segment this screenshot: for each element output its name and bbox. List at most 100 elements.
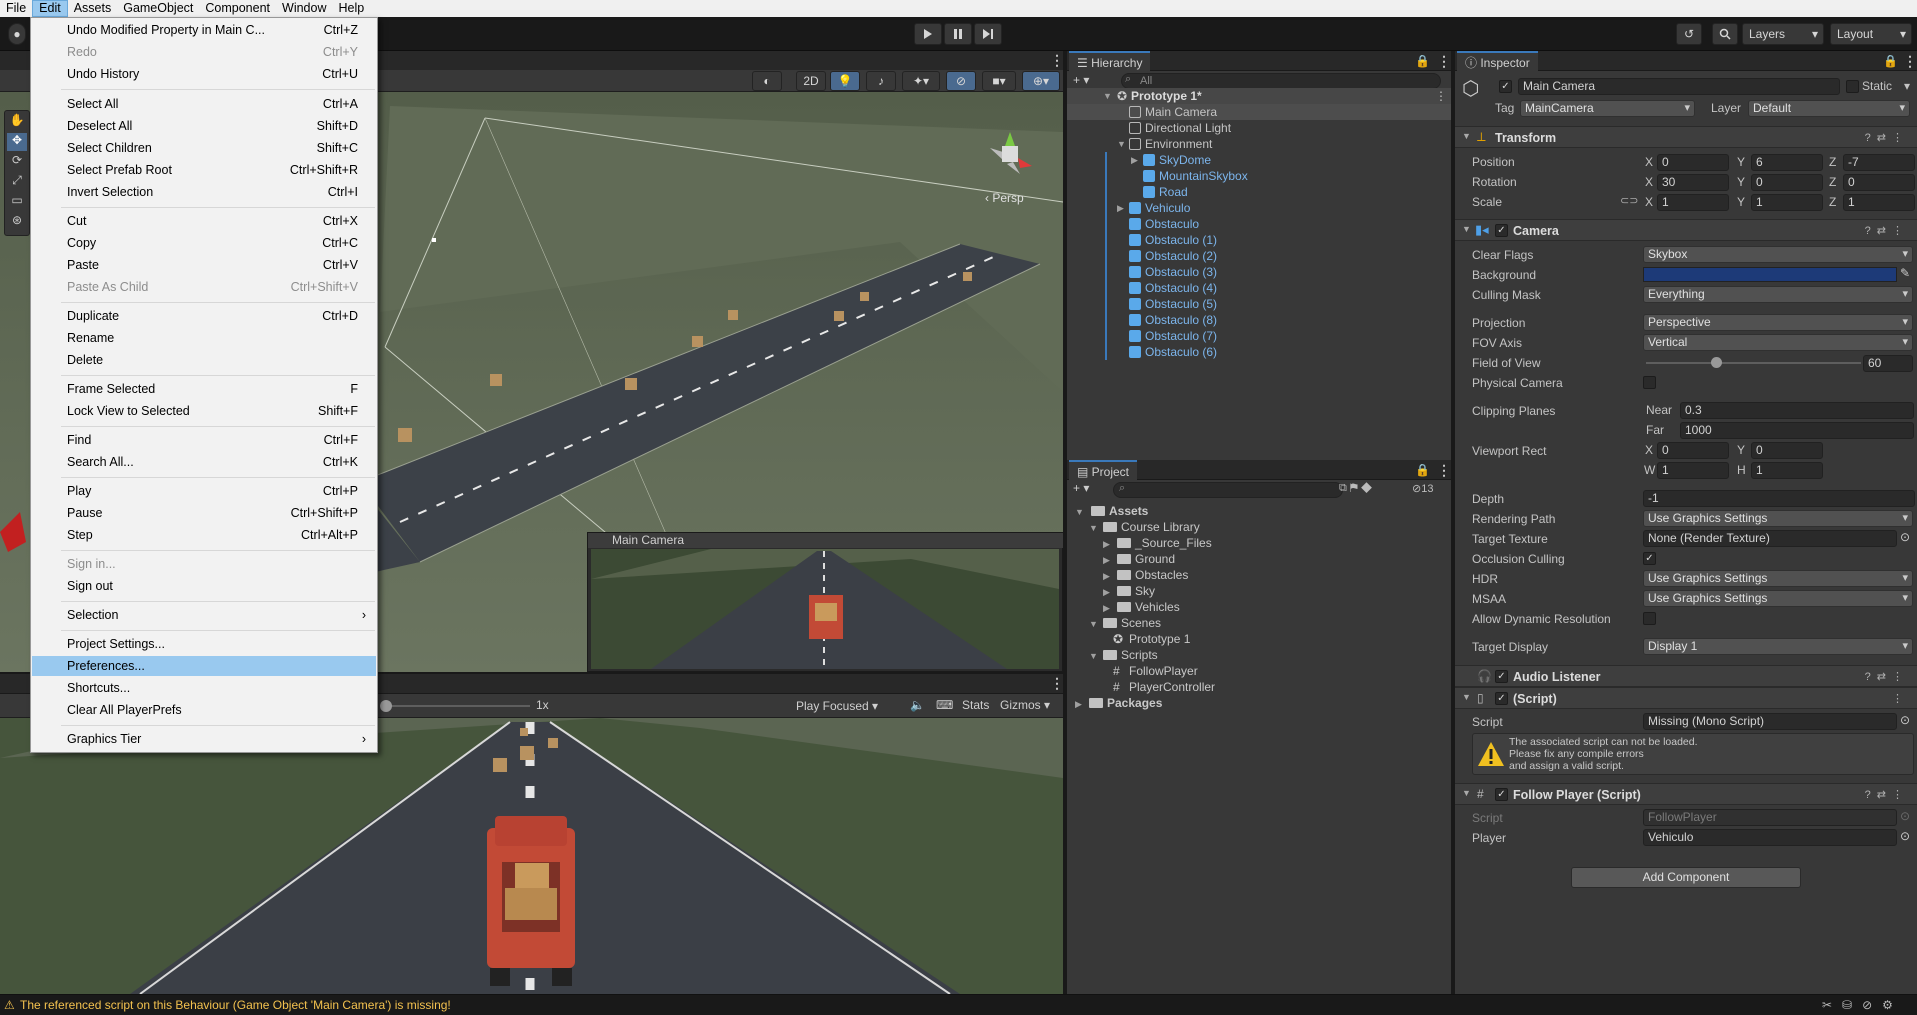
scale-slider-thumb[interactable] [380, 700, 392, 712]
hierarchy-item[interactable]: Obstaculo (6) [1067, 344, 1383, 360]
mute-audio-icon[interactable]: 🔈 [910, 698, 925, 712]
menu-item-duplicate[interactable]: Duplicate Ctrl+D [32, 306, 376, 326]
project-item[interactable]: ▶ Sky [1103, 583, 1155, 599]
expand-arrow-icon[interactable]: ▼ [1089, 619, 1098, 629]
position-z-input[interactable]: -7 [1843, 154, 1915, 171]
keyboard-icon[interactable]: ⌨ [936, 698, 953, 712]
depth-input[interactable]: -1 [1643, 490, 1915, 507]
menu-help[interactable]: Help [332, 0, 370, 17]
layers-dropdown[interactable]: Layers ▾ [1742, 23, 1824, 45]
filter-icons[interactable]: ⧉ ⚑ ◆ [1339, 482, 1372, 495]
persp-label[interactable]: ‹ Persp [985, 191, 1024, 205]
menu-item-select-prefab-root[interactable]: Select Prefab Root Ctrl+Shift+R [32, 160, 376, 180]
effects-icon[interactable]: ✦▾ [902, 71, 940, 91]
menu-item-cut[interactable]: Cut Ctrl+X [32, 211, 376, 231]
rotation-z-input[interactable]: 0 [1843, 174, 1915, 191]
gizmos-icon[interactable]: ⊕▾ [1022, 71, 1060, 91]
menu-file[interactable]: File [0, 0, 32, 17]
component-header-icons[interactable]: ?⇄⋮ [1865, 131, 1909, 144]
viewport-h-input[interactable]: 1 [1751, 462, 1823, 479]
menu-item-deselect-all[interactable]: Deselect All Shift+D [32, 116, 376, 136]
project-item[interactable]: # FollowPlayer [1113, 663, 1198, 679]
draw-mode-icon[interactable]: ◐ [752, 71, 782, 91]
expand-arrow-icon[interactable]: ▶ [1131, 152, 1138, 168]
dynamic-resolution-checkbox[interactable] [1643, 612, 1656, 625]
hierarchy-item[interactable]: Obstaculo (2) [1067, 248, 1383, 264]
hierarchy-search-input[interactable]: All [1121, 73, 1441, 89]
hand-tool-icon[interactable]: ✋ [7, 113, 27, 131]
hierarchy-item[interactable]: Obstaculo (8) [1067, 312, 1383, 328]
menu-item-frame-selected[interactable]: Frame Selected F [32, 379, 376, 399]
rendering-path-dropdown[interactable]: Use Graphics Settings [1643, 510, 1913, 527]
inspector-menu-icon[interactable]: ⋮ [1903, 54, 1917, 68]
missing-script-checkbox[interactable]: ✓ [1495, 692, 1508, 705]
create-asset-button[interactable]: + ▾ [1073, 481, 1089, 495]
project-item[interactable]: ▼ Assets [1075, 503, 1148, 519]
menu-item-invert-selection[interactable]: Invert Selection Ctrl+I [32, 182, 376, 202]
add-component-button[interactable]: Add Component [1571, 867, 1801, 888]
static-dropdown-icon[interactable]: ▾ [1904, 79, 1910, 93]
background-color-field[interactable] [1643, 267, 1897, 282]
link-icon[interactable]: ⊂⊃ [1620, 194, 1638, 207]
add-object-button[interactable]: + ▾ [1073, 73, 1089, 87]
missing-script-field[interactable]: Missing (Mono Script) [1643, 713, 1897, 730]
play-button[interactable] [914, 23, 942, 45]
menu-item-clear-playerprefs[interactable]: Clear All PlayerPrefs [32, 700, 376, 720]
menu-item-selection[interactable]: Selection › [32, 605, 376, 625]
expand-arrow-icon[interactable]: ▶ [1103, 603, 1110, 613]
lighting-icon[interactable]: 💡 [830, 71, 860, 91]
expand-arrow-icon[interactable]: ▶ [1075, 699, 1082, 709]
camera-header[interactable]: ▼ ▮◂ ✓ Camera ?⇄⋮ [1455, 219, 1917, 241]
scene-kebab-icon[interactable]: ⋮ [1435, 88, 1447, 104]
menu-item-lock-view[interactable]: Lock View to Selected Shift+F [32, 401, 376, 421]
hierarchy-item[interactable]: Directional Light [1067, 120, 1383, 136]
menu-item-preferences[interactable]: Preferences... [32, 656, 376, 676]
foldout-arrow-icon[interactable]: ▼ [1462, 224, 1471, 234]
menu-item-select-children[interactable]: Select Children Shift+C [32, 138, 376, 158]
eyedropper-icon[interactable]: ✎ [1900, 266, 1910, 280]
move-tool-icon[interactable]: ✥ [7, 133, 27, 151]
expand-arrow-icon[interactable]: ▼ [1089, 523, 1098, 533]
layer-dropdown[interactable]: Default [1748, 100, 1910, 117]
project-item[interactable]: ▼ Course Library [1089, 519, 1200, 535]
clear-flags-dropdown[interactable]: Skybox [1643, 246, 1913, 263]
viewport-y-input[interactable]: 0 [1751, 442, 1823, 459]
game-menu-icon[interactable]: ⋮ [1050, 676, 1064, 690]
menu-assets[interactable]: Assets [68, 0, 118, 17]
active-checkbox[interactable]: ✓ [1499, 80, 1512, 93]
project-item[interactable]: ▶ Vehicles [1103, 599, 1180, 615]
expand-arrow-icon[interactable]: ▶ [1103, 555, 1110, 565]
project-item[interactable]: ▶ _Source_Files [1103, 535, 1212, 551]
menu-item-rename[interactable]: Rename [32, 328, 376, 348]
project-item[interactable]: ▶ Ground [1103, 551, 1175, 567]
hierarchy-item[interactable]: Main Camera [1067, 104, 1451, 120]
pause-button[interactable] [944, 23, 972, 45]
hierarchy-item[interactable]: Obstaculo [1067, 216, 1383, 232]
menu-gameobject[interactable]: GameObject [117, 0, 199, 17]
menu-item-paste[interactable]: Paste Ctrl+V [32, 255, 376, 275]
component-header-icons[interactable]: ⋮ [1892, 692, 1909, 705]
scale-x-input[interactable]: 1 [1657, 194, 1729, 211]
2d-toggle-button[interactable]: 2D [796, 71, 826, 91]
menu-item-pause[interactable]: Pause Ctrl+Shift+P [32, 503, 376, 523]
menu-item-select-all[interactable]: Select All Ctrl+A [32, 94, 376, 114]
menu-item-shortcuts[interactable]: Shortcuts... [32, 678, 376, 698]
project-menu-icon[interactable]: ⋮ [1437, 463, 1451, 477]
menu-item-play[interactable]: Play Ctrl+P [32, 481, 376, 501]
project-item[interactable]: ▶ Obstacles [1103, 567, 1188, 583]
gizmos-button[interactable]: Gizmos ▾ [1000, 698, 1050, 712]
scale-tool-icon[interactable]: ⤢ [7, 173, 27, 191]
stats-button[interactable]: Stats [962, 698, 989, 712]
lock-icon[interactable]: 🔒 [1415, 54, 1430, 68]
hidden-count-badge[interactable]: ⊘13 [1412, 482, 1433, 495]
rotation-x-input[interactable]: 30 [1657, 174, 1729, 191]
menu-window[interactable]: Window [276, 0, 332, 17]
physical-camera-checkbox[interactable] [1643, 376, 1656, 389]
menu-item-project-settings[interactable]: Project Settings... [32, 634, 376, 654]
tab-inspector[interactable]: ⓘ Inspector [1457, 51, 1538, 71]
fov-axis-dropdown[interactable]: Vertical [1643, 334, 1913, 351]
menu-item-find[interactable]: Find Ctrl+F [32, 430, 376, 450]
target-texture-field[interactable]: None (Render Texture) [1643, 530, 1897, 547]
fov-slider-thumb[interactable] [1711, 357, 1722, 368]
hierarchy-item[interactable]: Obstaculo (4) [1067, 280, 1383, 296]
